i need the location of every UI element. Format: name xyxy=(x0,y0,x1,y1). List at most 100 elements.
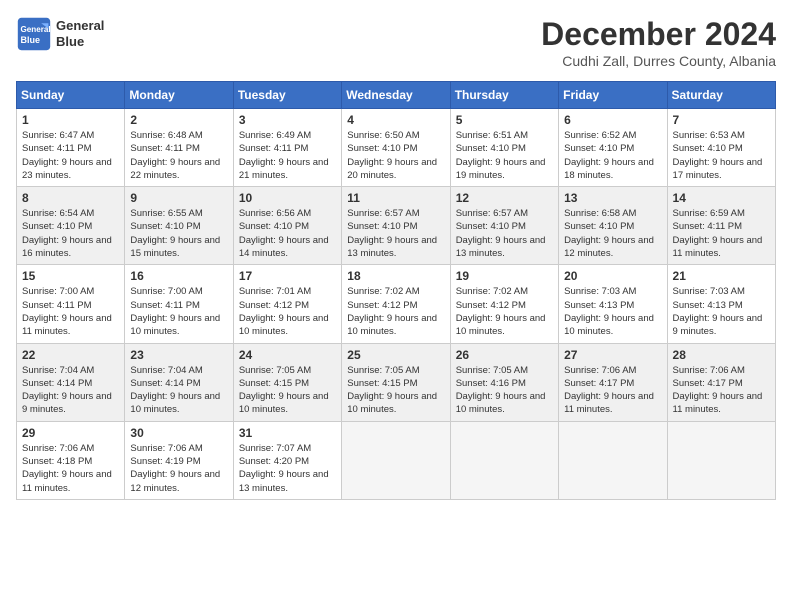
calendar-day-cell: 7 Sunrise: 6:53 AMSunset: 4:10 PMDaylight… xyxy=(667,109,775,187)
day-info: Sunrise: 6:57 AMSunset: 4:10 PMDaylight:… xyxy=(456,207,553,260)
day-number: 1 xyxy=(22,113,119,127)
header-wednesday: Wednesday xyxy=(342,82,450,109)
calendar-day-cell: 1Sunrise: 6:47 AMSunset: 4:11 PMDaylight… xyxy=(17,109,125,187)
day-number: 21 xyxy=(673,269,770,283)
day-number: 9 xyxy=(130,191,227,205)
location-title: Cudhi Zall, Durres County, Albania xyxy=(541,53,776,69)
day-number: 11 xyxy=(347,191,444,205)
calendar-day-cell: 15 Sunrise: 7:00 AMSunset: 4:11 PMDayligh… xyxy=(17,265,125,343)
day-number: 2 xyxy=(130,113,227,127)
day-info: Sunrise: 6:57 AMSunset: 4:10 PMDaylight:… xyxy=(347,207,444,260)
day-info: Sunrise: 7:04 AMSunset: 4:14 PMDaylight:… xyxy=(22,364,119,417)
calendar-day-cell xyxy=(667,421,775,499)
day-number: 18 xyxy=(347,269,444,283)
day-number: 23 xyxy=(130,348,227,362)
day-info: Sunrise: 6:49 AMSunset: 4:11 PMDaylight:… xyxy=(239,129,336,182)
logo: General Blue General Blue xyxy=(16,16,104,52)
day-info: Sunrise: 7:06 AMSunset: 4:17 PMDaylight:… xyxy=(673,364,770,417)
calendar-day-cell: 17 Sunrise: 7:01 AMSunset: 4:12 PMDayligh… xyxy=(233,265,341,343)
day-number: 19 xyxy=(456,269,553,283)
calendar-day-cell: 2 Sunrise: 6:48 AMSunset: 4:11 PMDaylight… xyxy=(125,109,233,187)
day-number: 20 xyxy=(564,269,661,283)
calendar-day-cell: 6 Sunrise: 6:52 AMSunset: 4:10 PMDaylight… xyxy=(559,109,667,187)
calendar-day-cell: 10Sunrise: 6:56 AMSunset: 4:10 PMDayligh… xyxy=(233,187,341,265)
day-number: 14 xyxy=(673,191,770,205)
header-saturday: Saturday xyxy=(667,82,775,109)
day-info: Sunrise: 7:05 AMSunset: 4:15 PMDaylight:… xyxy=(347,364,444,417)
day-info: Sunrise: 6:54 AMSunset: 4:10 PMDaylight:… xyxy=(22,207,119,260)
day-number: 26 xyxy=(456,348,553,362)
day-info: Sunrise: 7:00 AMSunset: 4:11 PMDaylight:… xyxy=(130,285,227,338)
day-number: 4 xyxy=(347,113,444,127)
day-number: 25 xyxy=(347,348,444,362)
days-header-row: Sunday Monday Tuesday Wednesday Thursday… xyxy=(17,82,776,109)
calendar-day-cell: 16 Sunrise: 7:00 AMSunset: 4:11 PMDayligh… xyxy=(125,265,233,343)
day-number: 6 xyxy=(564,113,661,127)
calendar-day-cell: 18 Sunrise: 7:02 AMSunset: 4:12 PMDayligh… xyxy=(342,265,450,343)
day-number: 15 xyxy=(22,269,119,283)
calendar-day-cell: 8 Sunrise: 6:54 AMSunset: 4:10 PMDaylight… xyxy=(17,187,125,265)
day-info: Sunrise: 6:56 AMSunset: 4:10 PMDaylight:… xyxy=(239,207,336,260)
day-number: 7 xyxy=(673,113,770,127)
calendar-week-row: 22 Sunrise: 7:04 AMSunset: 4:14 PMDayligh… xyxy=(17,343,776,421)
calendar-day-cell: 12 Sunrise: 6:57 AMSunset: 4:10 PMDayligh… xyxy=(450,187,558,265)
day-info: Sunrise: 7:05 AMSunset: 4:16 PMDaylight:… xyxy=(456,364,553,417)
day-info: Sunrise: 7:01 AMSunset: 4:12 PMDaylight:… xyxy=(239,285,336,338)
day-info: Sunrise: 7:07 AMSunset: 4:20 PMDaylight:… xyxy=(239,442,336,495)
calendar-day-cell: 29Sunrise: 7:06 AMSunset: 4:18 PMDayligh… xyxy=(17,421,125,499)
day-number: 3 xyxy=(239,113,336,127)
day-number: 12 xyxy=(456,191,553,205)
day-info: Sunrise: 7:02 AMSunset: 4:12 PMDaylight:… xyxy=(347,285,444,338)
title-area: December 2024 Cudhi Zall, Durres County,… xyxy=(541,16,776,69)
calendar-day-cell xyxy=(342,421,450,499)
calendar-day-cell: 28 Sunrise: 7:06 AMSunset: 4:17 PMDayligh… xyxy=(667,343,775,421)
day-number: 29 xyxy=(22,426,119,440)
calendar-day-cell: 24 Sunrise: 7:05 AMSunset: 4:15 PMDayligh… xyxy=(233,343,341,421)
header-area: General Blue General Blue December 2024 … xyxy=(16,16,776,69)
calendar-day-cell: 9Sunrise: 6:55 AMSunset: 4:10 PMDaylight… xyxy=(125,187,233,265)
day-number: 16 xyxy=(130,269,227,283)
header-sunday: Sunday xyxy=(17,82,125,109)
svg-text:Blue: Blue xyxy=(21,35,41,45)
header-monday: Monday xyxy=(125,82,233,109)
day-info: Sunrise: 6:51 AMSunset: 4:10 PMDaylight:… xyxy=(456,129,553,182)
month-title: December 2024 xyxy=(541,16,776,53)
day-info: Sunrise: 7:00 AMSunset: 4:11 PMDaylight:… xyxy=(22,285,119,338)
calendar-day-cell: 14 Sunrise: 6:59 AMSunset: 4:11 PMDayligh… xyxy=(667,187,775,265)
day-info: Sunrise: 6:59 AMSunset: 4:11 PMDaylight:… xyxy=(673,207,770,260)
day-info: Sunrise: 7:06 AMSunset: 4:17 PMDaylight:… xyxy=(564,364,661,417)
day-number: 24 xyxy=(239,348,336,362)
day-number: 22 xyxy=(22,348,119,362)
general-blue-logo-icon: General Blue xyxy=(16,16,52,52)
logo-line2: Blue xyxy=(56,34,104,50)
header-friday: Friday xyxy=(559,82,667,109)
day-info: Sunrise: 6:53 AMSunset: 4:10 PMDaylight:… xyxy=(673,129,770,182)
day-info: Sunrise: 6:52 AMSunset: 4:10 PMDaylight:… xyxy=(564,129,661,182)
day-info: Sunrise: 6:58 AMSunset: 4:10 PMDaylight:… xyxy=(564,207,661,260)
header-tuesday: Tuesday xyxy=(233,82,341,109)
calendar-day-cell: 23 Sunrise: 7:04 AMSunset: 4:14 PMDayligh… xyxy=(125,343,233,421)
day-number: 8 xyxy=(22,191,119,205)
day-number: 17 xyxy=(239,269,336,283)
calendar-week-row: 8 Sunrise: 6:54 AMSunset: 4:10 PMDaylight… xyxy=(17,187,776,265)
day-number: 27 xyxy=(564,348,661,362)
day-info: Sunrise: 6:48 AMSunset: 4:11 PMDaylight:… xyxy=(130,129,227,182)
day-number: 30 xyxy=(130,426,227,440)
day-info: Sunrise: 7:04 AMSunset: 4:14 PMDaylight:… xyxy=(130,364,227,417)
day-info: Sunrise: 7:06 AMSunset: 4:19 PMDaylight:… xyxy=(130,442,227,495)
calendar-day-cell: 20 Sunrise: 7:03 AMSunset: 4:13 PMDayligh… xyxy=(559,265,667,343)
calendar-day-cell: 13Sunrise: 6:58 AMSunset: 4:10 PMDayligh… xyxy=(559,187,667,265)
calendar-day-cell: 31 Sunrise: 7:07 AMSunset: 4:20 PMDayligh… xyxy=(233,421,341,499)
day-number: 5 xyxy=(456,113,553,127)
day-info: Sunrise: 6:50 AMSunset: 4:10 PMDaylight:… xyxy=(347,129,444,182)
day-number: 28 xyxy=(673,348,770,362)
day-info: Sunrise: 7:03 AMSunset: 4:13 PMDaylight:… xyxy=(564,285,661,338)
calendar-day-cell: 19Sunrise: 7:02 AMSunset: 4:12 PMDayligh… xyxy=(450,265,558,343)
calendar-day-cell: 21Sunrise: 7:03 AMSunset: 4:13 PMDayligh… xyxy=(667,265,775,343)
day-info: Sunrise: 7:05 AMSunset: 4:15 PMDaylight:… xyxy=(239,364,336,417)
calendar-week-row: 1Sunrise: 6:47 AMSunset: 4:11 PMDaylight… xyxy=(17,109,776,187)
calendar-table: Sunday Monday Tuesday Wednesday Thursday… xyxy=(16,81,776,500)
calendar-day-cell: 27 Sunrise: 7:06 AMSunset: 4:17 PMDayligh… xyxy=(559,343,667,421)
header-thursday: Thursday xyxy=(450,82,558,109)
day-number: 31 xyxy=(239,426,336,440)
